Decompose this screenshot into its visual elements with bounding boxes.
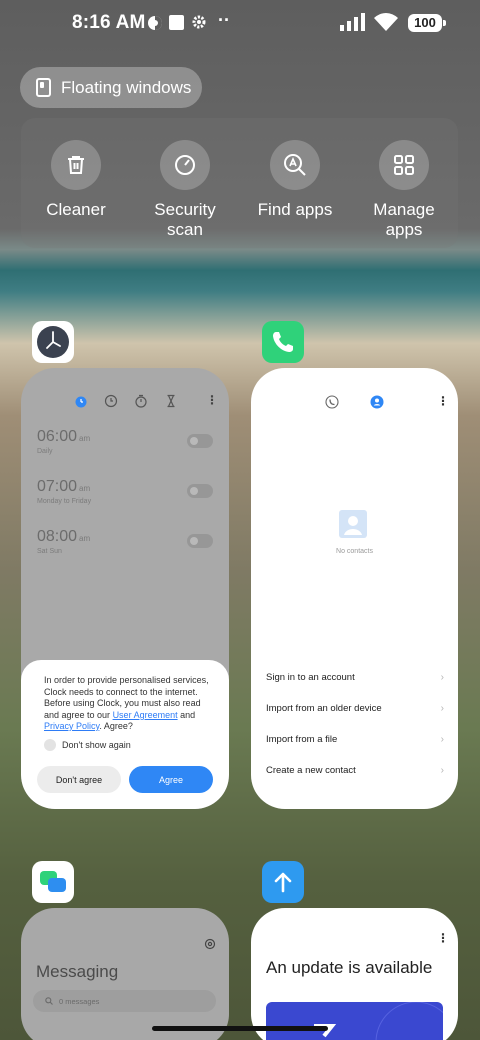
find-apps-button[interactable]: Find apps: [240, 140, 350, 220]
option-label: Import from a file: [266, 734, 338, 745]
wifi-icon: [373, 12, 399, 37]
search-placeholder: 0 messages: [59, 996, 100, 1006]
messaging-app-icon[interactable]: [32, 861, 74, 903]
alarm-repeat: Sat Sun: [37, 548, 62, 555]
updater-app-card[interactable]: ⋮ An update is available: [251, 908, 458, 1040]
find-apps-label: Find apps: [257, 200, 333, 219]
alarm-row[interactable]: 08:00 am Sat Sun: [37, 528, 213, 555]
trash-icon: [51, 140, 101, 190]
manage-apps-button[interactable]: Manage apps: [349, 140, 459, 240]
sign-in-account-option[interactable]: Sign in to an account ›: [266, 672, 444, 683]
alarm-row[interactable]: 07:00 am Monday to Friday: [37, 478, 213, 505]
option-label: Sign in to an account: [266, 672, 355, 683]
alarm-ampm: am: [79, 534, 91, 543]
security-scan-button[interactable]: Security scan: [130, 140, 240, 240]
stopwatch-tab-icon[interactable]: [134, 394, 148, 413]
security-scan-label: Security scan: [154, 200, 216, 239]
clock-app-icon[interactable]: [32, 321, 74, 363]
battery-indicator: 100: [408, 14, 446, 32]
floating-windows-label: Floating windows: [61, 77, 192, 97]
home-indicator[interactable]: [152, 1026, 328, 1031]
contacts-app-card[interactable]: ⋮ No contacts Sign in to an account › Imp…: [251, 368, 458, 809]
security-scan-icon: [160, 140, 210, 190]
timer-tab-icon[interactable]: [164, 394, 178, 413]
settings-gear-icon: [191, 14, 207, 35]
agree-button[interactable]: Agree: [129, 766, 213, 793]
contacts-tab-icon[interactable]: [370, 395, 384, 414]
alarm-ampm: am: [79, 434, 91, 443]
messaging-app-card[interactable]: Messaging 0 messages: [21, 908, 229, 1040]
no-contacts-text: No contacts: [336, 548, 373, 555]
status-bar: 8:16 AM ·· 100: [0, 0, 480, 48]
dont-show-again-label: Don't show again: [62, 739, 131, 750]
create-contact-option[interactable]: Create a new contact ›: [266, 765, 444, 776]
consent-text: In order to provide personalised service…: [44, 675, 213, 733]
alarm-tab-icon[interactable]: [74, 394, 88, 413]
messaging-title: Messaging: [36, 962, 119, 981]
alarm-repeat: Daily: [37, 448, 53, 455]
chevron-right-icon: ›: [440, 672, 444, 683]
consent-text-part: and: [177, 709, 196, 720]
alarm-time: 07:00: [37, 478, 78, 495]
signal-icon: [340, 13, 366, 36]
settings-gear-icon[interactable]: [204, 937, 216, 955]
update-banner-image: [266, 1002, 443, 1040]
status-time: 8:16 AM: [72, 12, 146, 33]
more-options-icon[interactable]: ⋮: [206, 394, 218, 406]
import-older-device-option[interactable]: Import from an older device ›: [266, 703, 444, 714]
notification-square-icon: [169, 15, 184, 35]
cleaner-button[interactable]: Cleaner: [21, 140, 131, 220]
clock-app-card[interactable]: ⋮ 06:00 am Daily 07:00 am Monday to Friday…: [21, 368, 229, 809]
find-apps-icon: [270, 140, 320, 190]
more-options-icon[interactable]: ⋮: [437, 395, 449, 407]
weather-icon: [147, 15, 163, 36]
alarm-toggle[interactable]: [187, 534, 213, 548]
consent-dialog: In order to provide personalised service…: [21, 660, 229, 809]
phone-app-icon[interactable]: [262, 321, 304, 363]
floating-window-icon: [36, 78, 51, 97]
manage-apps-label: Manage apps: [373, 200, 435, 239]
empty-contacts-icon: [339, 510, 367, 543]
messages-search-input[interactable]: 0 messages: [33, 990, 216, 1012]
import-file-option[interactable]: Import from a file ›: [266, 734, 444, 745]
floating-windows-button[interactable]: Floating windows: [20, 67, 202, 108]
dont-agree-button[interactable]: Don't agree: [37, 766, 121, 793]
clock-tabs: ⋮: [21, 394, 229, 408]
more-notifications-dots: ··: [218, 10, 230, 30]
consent-text-part: . Agree?: [99, 721, 133, 731]
more-options-icon[interactable]: ⋮: [437, 932, 449, 944]
cleaner-label: Cleaner: [46, 200, 106, 219]
alarm-ampm: am: [79, 484, 91, 493]
chevron-right-icon: ›: [440, 765, 444, 776]
updater-app-icon[interactable]: [262, 861, 304, 903]
alarm-toggle[interactable]: [187, 484, 213, 498]
search-icon: [45, 997, 53, 1005]
grid-icon: [379, 140, 429, 190]
alarm-row[interactable]: 06:00 am Daily: [37, 428, 213, 455]
dont-show-again-checkbox[interactable]: [44, 738, 56, 751]
privacy-policy-link[interactable]: Privacy Policy: [44, 721, 99, 731]
alarm-repeat: Monday to Friday: [37, 498, 92, 505]
alarm-time: 08:00: [37, 528, 78, 545]
dont-show-again-option[interactable]: Don't show again: [44, 738, 213, 751]
world-clock-tab-icon[interactable]: [104, 394, 118, 413]
user-agreement-link[interactable]: User Agreement: [113, 710, 178, 720]
alarm-time: 06:00: [37, 428, 78, 445]
update-title: An update is available: [266, 958, 433, 977]
chevron-right-icon: ›: [440, 703, 444, 714]
option-label: Create a new contact: [266, 765, 356, 776]
alarm-toggle[interactable]: [187, 434, 213, 448]
chevron-right-icon: ›: [440, 734, 444, 745]
recents-tab-icon[interactable]: [325, 395, 339, 414]
option-label: Import from an older device: [266, 703, 382, 714]
